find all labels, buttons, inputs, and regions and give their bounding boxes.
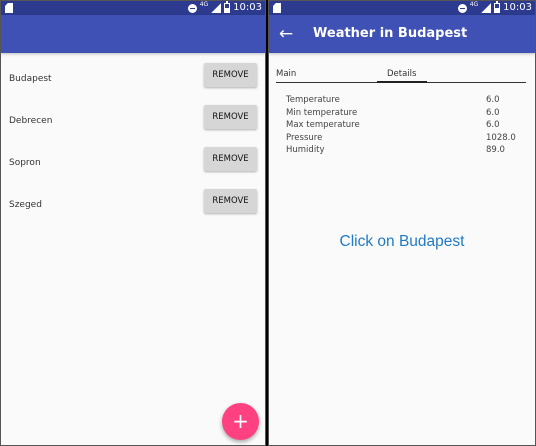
status-bar: 4G 10:03 [269,1,535,15]
tab-indicator [377,81,427,83]
detail-label: Humidity [286,145,325,155]
detail-label: Pressure [286,132,323,143]
city-name[interactable]: Sopron [9,158,41,168]
city-name[interactable]: Debrecen [9,116,52,126]
remove-button[interactable]: REMOVE [204,63,257,87]
detail-row: Temperature 6.0 [286,95,526,108]
network-type-label: 4G [469,1,479,8]
status-icons: 4G 10:03 [457,1,532,15]
do-not-disturb-icon [187,3,197,13]
battery-icon [494,1,501,13]
page-title: Weather in Budapest [313,26,468,41]
remove-button[interactable]: REMOVE [204,189,257,213]
signal-icon [211,3,222,13]
weather-details: Temperature 6.0 Min temperature 6.0 Max … [286,95,526,158]
app-bar [1,15,265,53]
status-bar: 4G 10:03 [1,1,265,15]
detail-value: 89.0 [486,145,505,155]
plus-icon: + [232,409,249,433]
status-time: 10:03 [503,2,532,13]
add-city-fab[interactable]: + [222,403,259,440]
detail-row: Min temperature 6.0 [286,108,526,121]
city-row[interactable]: Budapest REMOVE [1,61,265,103]
detail-row: Pressure 1028.0 [286,133,526,146]
network-type-label: 4G [199,1,209,8]
status-icons: 4G 10:03 [187,1,262,15]
sd-card-icon [5,3,13,13]
city-list-screen: 4G 10:03 Budapest REMOVE Debrecen REMOVE… [0,0,266,446]
tab-bar: Main Details [276,67,526,83]
city-row[interactable]: Debrecen REMOVE [1,103,265,145]
detail-row: Max temperature 6.0 [286,120,526,133]
tab-main[interactable]: Main [276,69,296,79]
detail-label: Max temperature [286,120,360,130]
status-time: 10:03 [233,2,262,13]
detail-row: Humidity 89.0 [286,145,526,158]
detail-value: 6.0 [486,95,500,105]
detail-value: 1028.0 [486,132,516,143]
detail-label: Min temperature [286,107,358,118]
city-row[interactable]: Szeged REMOVE [1,187,265,229]
app-bar: ← Weather in Budapest [269,15,535,53]
detail-value: 6.0 [486,107,500,118]
do-not-disturb-icon [457,3,467,13]
city-name[interactable]: Szeged [9,200,42,210]
weather-details-screen: 4G 10:03 ← Weather in Budapest Main Deta… [268,0,536,446]
tab-details[interactable]: Details [387,69,416,79]
detail-label: Temperature [286,95,340,105]
battery-icon [224,1,231,13]
signal-icon [481,3,492,13]
hint-text: Click on Budapest [339,233,465,250]
remove-button[interactable]: REMOVE [204,147,257,171]
arrow-back-icon[interactable]: ← [277,24,295,44]
city-name[interactable]: Budapest [9,74,52,84]
detail-value: 6.0 [486,120,500,130]
city-row[interactable]: Sopron REMOVE [1,145,265,187]
sd-card-icon [273,3,281,13]
remove-button[interactable]: REMOVE [204,105,257,129]
